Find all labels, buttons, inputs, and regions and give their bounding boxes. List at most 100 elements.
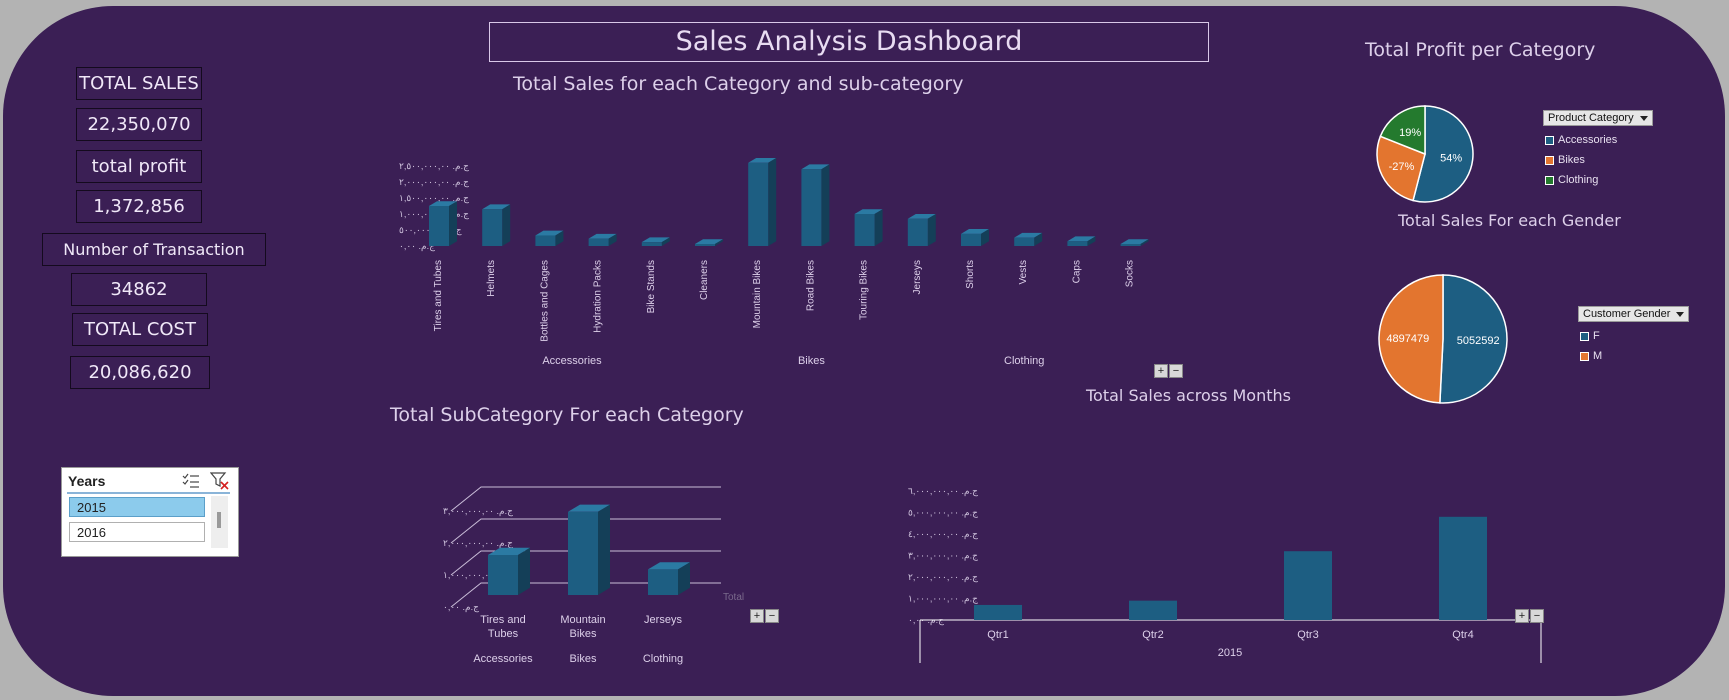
- collapse-button[interactable]: −: [1530, 609, 1544, 623]
- clear-filter-icon[interactable]: [210, 472, 230, 490]
- bar-bottles-and-cages: [535, 230, 564, 246]
- y-tick-label: ج.م.‏ ٢,٥٠٠,٠٠٠,٠٠: [399, 161, 469, 172]
- chevron-down-icon: [1639, 115, 1648, 121]
- bar-shorts-top: [961, 229, 989, 234]
- dashboard-title: Sales Analysis Dashboard: [489, 22, 1209, 62]
- bar-bike-stands-side: [661, 237, 670, 246]
- total-cost-value: 20,086,620: [70, 356, 210, 389]
- product-category-filter[interactable]: Product Category: [1543, 110, 1653, 126]
- group-label: Accessories: [542, 355, 602, 367]
- series-label: Total: [723, 592, 744, 603]
- y-tick-label: ج.م.‏ ١,٠٠٠,٠٠٠,٠٠: [399, 209, 469, 220]
- bar-jerseys-side: [678, 562, 690, 595]
- y-tick-label: ج.م.‏ ١,٠٠٠,٠٠٠,٠٠: [908, 594, 978, 605]
- bar-socks-top: [1120, 239, 1149, 244]
- bar-mountain-bikes-top: [748, 158, 777, 163]
- x-tick-label: Hydration Packs: [593, 260, 604, 333]
- pie-data-label: 54%: [1440, 152, 1462, 164]
- bar-helmets-top: [482, 204, 511, 210]
- y-tick-label: ج.م.‏ ٢,٠٠٠,٠٠٠,٠٠: [443, 538, 513, 549]
- x-tick-label: Tubes: [488, 628, 519, 640]
- x-tick-label: Helmets: [486, 260, 497, 297]
- bar-tires-and-tubes: [429, 201, 457, 246]
- bar-hydration-packs-side: [608, 233, 617, 246]
- bar-caps: [1067, 236, 1096, 246]
- slicer-scrollbar[interactable]: [211, 496, 228, 548]
- bar-qtr3: [1284, 551, 1332, 620]
- bar-tires-and-tubes: [488, 547, 530, 595]
- bar-cleaners-side: [715, 239, 723, 246]
- field-buttons-3: + −: [1515, 609, 1544, 623]
- bar-bike-stands-top: [641, 237, 670, 243]
- y-tick-label: ج.م.‏ ٥,٠٠٠,٠٠٠,٠٠: [908, 508, 978, 519]
- x-tick-label: Bikes: [570, 628, 597, 640]
- bar-jerseys: [907, 214, 936, 246]
- field-buttons-2: + −: [750, 609, 779, 623]
- legend-item-bikes: Bikes: [1543, 154, 1653, 166]
- y-tick-label: ج.م.‏ ٠,٠٠: [443, 602, 479, 613]
- y-tick-label: ج.م.‏ ٥٠٠,٠٠٠,٠٠: [399, 225, 462, 236]
- pie-data-label: -27%: [1389, 161, 1415, 173]
- pie-data-label: 5052592: [1457, 335, 1500, 347]
- x-tick-label: Qtr3: [1297, 629, 1318, 641]
- bar-caps-side: [1087, 236, 1096, 246]
- bar-caps-front: [1067, 241, 1088, 246]
- expand-button[interactable]: +: [1515, 609, 1529, 623]
- bar-hydration-packs: [588, 233, 617, 246]
- total-sales-value: 22,350,070: [76, 108, 202, 141]
- bar-helmets: [482, 204, 511, 246]
- field-buttons-1: + −: [1154, 364, 1183, 378]
- bar-tires-and-tubes-top: [429, 201, 457, 206]
- customer-gender-filter[interactable]: Customer Gender: [1578, 306, 1690, 322]
- years-slicer: Years 2015 2016: [61, 467, 239, 557]
- bar-qtr1: [974, 604, 1022, 620]
- gridline: [450, 550, 721, 576]
- bar-road-bikes-side: [821, 164, 830, 246]
- customer-gender-legend: Customer Gender F M: [1578, 306, 1690, 362]
- y-tick-label: ج.م.‏ ٠,٠٠: [399, 241, 435, 252]
- x-tick-label: Bottles and Cages: [539, 260, 550, 342]
- x-tick-label: Tires and: [480, 614, 525, 626]
- expand-button[interactable]: +: [1154, 364, 1168, 378]
- bar-mountain-bikes-front: [748, 162, 769, 246]
- expand-button[interactable]: +: [750, 609, 764, 623]
- x-tick-label: Jerseys: [644, 614, 682, 626]
- bar-caps-top: [1067, 236, 1096, 242]
- bar-mountain-bikes-side: [598, 504, 610, 595]
- y-tick-label: ج.م.‏ ٢,٠٠٠,٠٠٠,٠٠: [399, 177, 469, 188]
- bar-vests-front: [1014, 237, 1035, 246]
- chart-title-sales-subcategory: Total Sales for each Category and sub-ca…: [513, 73, 964, 95]
- gridline: [450, 582, 721, 608]
- x-tick-label: Cleaners: [699, 260, 710, 300]
- slicer-item-2016[interactable]: 2016: [69, 522, 205, 542]
- x-tick-label: Qtr2: [1142, 629, 1163, 641]
- slicer-item-2015[interactable]: 2015: [69, 497, 205, 517]
- chart-title-profit-category: Total Profit per Category: [1365, 39, 1596, 61]
- bar-cleaners: [695, 239, 723, 246]
- bar-helmets-front: [482, 209, 503, 246]
- x-tick-label: Bike Stands: [646, 260, 657, 313]
- multi-select-icon[interactable]: [182, 473, 200, 489]
- bar-touring-bikes: [854, 209, 883, 246]
- bar-tires-and-tubes-front: [488, 555, 518, 595]
- total-profit-value: 1,372,856: [76, 190, 202, 223]
- gridline: [450, 518, 721, 544]
- bar-socks: [1120, 239, 1149, 246]
- group-label: Clothing: [1004, 355, 1044, 367]
- bar-jerseys-top: [907, 214, 936, 219]
- y-tick-label: ج.م.‏ ١,٥٠٠,٠٠٠,٠٠: [399, 193, 469, 204]
- bar-bottles-and-cages-side: [555, 230, 564, 246]
- collapse-button[interactable]: −: [1169, 364, 1183, 378]
- y-tick-label: ج.م.‏ ٣,٠٠٠,٠٠٠,٠٠: [443, 506, 513, 517]
- legend-item-male: M: [1578, 350, 1689, 362]
- x-tick-label: Tires and Tubes: [433, 260, 444, 331]
- bar-bottles-and-cages-top: [535, 230, 564, 236]
- y-tick-label: ج.م.‏ ٢,٠٠٠,٠٠٠,٠٠: [908, 572, 978, 583]
- bar-mountain-bikes-top: [568, 504, 610, 512]
- bar-hydration-packs-top: [588, 233, 617, 239]
- y-tick-label: ج.م.‏ ٠,٠٠: [908, 615, 944, 626]
- bar-road-bikes-top: [801, 164, 830, 170]
- collapse-button[interactable]: −: [765, 609, 779, 623]
- y-tick-label: ج.م.‏ ٤,٠٠٠,٠٠٠,٠٠: [908, 529, 978, 540]
- bar-shorts-side: [981, 229, 989, 246]
